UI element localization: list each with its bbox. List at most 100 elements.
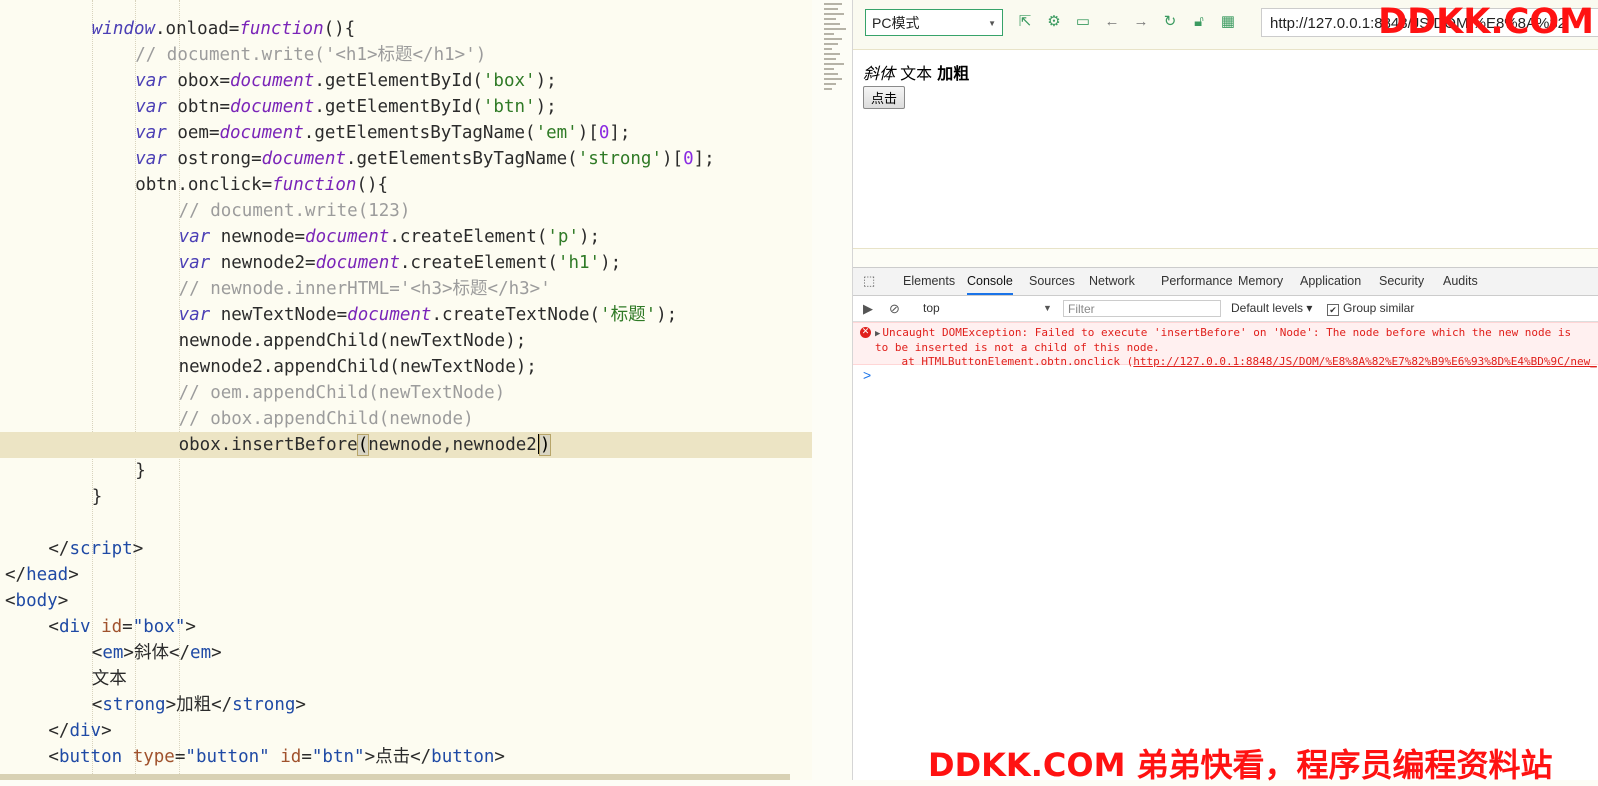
console-icon[interactable]: ▭: [1073, 12, 1093, 32]
code-token: button: [58, 747, 123, 767]
code-token: .createElement(: [399, 253, 558, 273]
code-editor[interactable]: window.onload=function(){ // document.wri…: [0, 0, 812, 780]
code-token: newnode2.appendChild(newTextNode);: [178, 357, 537, 377]
qr-code-icon[interactable]: ▦: [1218, 12, 1238, 32]
code-token: var: [135, 123, 167, 143]
code-line[interactable]: <em>斜体</em>: [0, 640, 812, 666]
code-line[interactable]: var obtn=document.getElementById('btn');: [0, 94, 812, 120]
expand-triangle-icon[interactable]: ▶: [875, 329, 880, 339]
code-token: // document.write('<h1>标题</h1>'): [135, 45, 487, 65]
code-token: </: [48, 721, 70, 741]
code-token: >斜体</: [123, 643, 191, 663]
code-line[interactable]: <strong>加粗</strong>: [0, 692, 812, 718]
code-line[interactable]: 文本: [0, 666, 812, 692]
code-token: var: [135, 97, 167, 117]
error-icon: ✕: [860, 327, 871, 338]
code-line[interactable]: // document.write('<h1>标题</h1>'): [0, 42, 812, 68]
code-token: ): [538, 434, 552, 456]
code-token: var: [178, 305, 211, 325]
code-token: function: [272, 175, 357, 195]
context-select[interactable]: top: [923, 296, 940, 321]
code-token: 'em': [535, 123, 578, 143]
code-lines[interactable]: window.onload=function(){ // document.wri…: [0, 16, 812, 770]
code-line[interactable]: obox.insertBefore(newnode,newnode2): [0, 432, 812, 458]
code-line[interactable]: var newnode2=document.createElement('h1'…: [0, 250, 812, 276]
tab-memory[interactable]: Memory: [1238, 268, 1283, 295]
tab-application[interactable]: Application: [1300, 268, 1361, 295]
code-token: 'h1': [557, 253, 601, 273]
code-token: type: [132, 747, 175, 767]
levels-label: Default levels: [1231, 301, 1304, 315]
code-line[interactable]: var ostrong=document.getElementsByTagNam…: [0, 146, 812, 172]
code-line[interactable]: // oem.appendChild(newTextNode): [0, 380, 812, 406]
code-line[interactable]: var newnode=document.createElement('p');: [0, 224, 812, 250]
mode-select[interactable]: PC模式 ▼: [865, 9, 1003, 36]
open-external-icon[interactable]: ⇱: [1015, 12, 1035, 32]
sidebar-toggle-icon[interactable]: ▶: [863, 301, 873, 317]
code-line[interactable]: newnode.appendChild(newTextNode);: [0, 328, 812, 354]
devtools-tabs: ⬚ Elements Console Sources Network Perfo…: [853, 268, 1598, 296]
error-stack-prefix: at HTMLButtonElement.obtn.onclick (: [875, 355, 1134, 368]
tab-network[interactable]: Network: [1089, 268, 1135, 295]
reload-icon[interactable]: ↻: [1160, 12, 1180, 32]
code-line[interactable]: }: [0, 458, 812, 484]
code-token: newnode,newnode2: [368, 435, 537, 455]
code-token: .getElementsByTagName(: [303, 123, 536, 143]
tab-elements[interactable]: Elements: [903, 268, 955, 295]
code-token: );: [535, 71, 557, 91]
code-line[interactable]: <div id="box">: [0, 614, 812, 640]
code-line[interactable]: </script>: [0, 536, 812, 562]
code-line[interactable]: window.onload=function(){: [0, 16, 812, 42]
lock-icon[interactable]: 🔓︎: [1189, 12, 1209, 32]
code-token: >: [295, 695, 306, 715]
code-token: 0: [598, 123, 610, 143]
code-token: document: [261, 149, 346, 169]
tab-security[interactable]: Security: [1379, 268, 1424, 295]
preview-em: 斜体: [863, 64, 896, 83]
code-line[interactable]: var oem=document.getElementsByTagName('e…: [0, 120, 812, 146]
code-token: </: [48, 539, 70, 559]
inspect-element-icon[interactable]: ⬚: [863, 274, 877, 288]
forward-icon[interactable]: →: [1131, 12, 1151, 32]
code-token: 'p': [547, 227, 579, 247]
code-line[interactable]: <button type="button" id="btn">点击</butto…: [0, 744, 812, 770]
code-line[interactable]: <body>: [0, 588, 812, 614]
clear-console-icon[interactable]: ⊘: [889, 301, 900, 317]
code-line[interactable]: </head>: [0, 562, 812, 588]
minimap[interactable]: [818, 0, 850, 110]
preview-click-button[interactable]: 点击: [863, 86, 906, 109]
code-token: .getElementsByTagName(: [345, 149, 578, 169]
code-token: .onload=: [155, 19, 240, 39]
group-similar-checkbox[interactable]: ✔ Group similar: [1327, 296, 1414, 321]
code-line[interactable]: obtn.onclick=function(){: [0, 172, 812, 198]
code-token: id: [280, 747, 302, 767]
console-toolbar: ▶ ⊘ top ▼ Filter Default levels ▾ ✔ Group…: [853, 296, 1598, 322]
code-token: '标题': [600, 305, 657, 325]
gear-icon[interactable]: ⚙: [1044, 12, 1064, 32]
tab-audits[interactable]: Audits: [1443, 268, 1478, 295]
tab-performance[interactable]: Performance: [1161, 268, 1233, 295]
mode-select-value: PC模式: [872, 15, 920, 31]
tab-console[interactable]: Console: [967, 268, 1013, 295]
code-line[interactable]: [0, 510, 812, 536]
code-token: document: [305, 227, 390, 247]
code-token: }: [135, 461, 146, 481]
code-line[interactable]: var newTextNode=document.createTextNode(…: [0, 302, 812, 328]
levels-select[interactable]: Default levels ▾: [1231, 296, 1312, 321]
code-token: div: [58, 617, 91, 637]
filter-input[interactable]: Filter: [1063, 300, 1221, 317]
back-icon[interactable]: ←: [1102, 12, 1122, 32]
code-line[interactable]: var obox=document.getElementById('box');: [0, 68, 812, 94]
code-line[interactable]: }: [0, 484, 812, 510]
error-source-link[interactable]: http://127.0.0.1:8848/JS/DOM/%E8%8A%82%E…: [1133, 355, 1597, 368]
code-line[interactable]: // document.write(123): [0, 198, 812, 224]
code-token: em: [102, 643, 124, 663]
code-line[interactable]: // newnode.innerHTML='<h3>标题</h3>': [0, 276, 812, 302]
code-line[interactable]: newnode2.appendChild(newTextNode);: [0, 354, 812, 380]
tab-sources[interactable]: Sources: [1029, 268, 1075, 295]
code-line[interactable]: </div>: [0, 718, 812, 744]
code-line[interactable]: // obox.appendChild(newnode): [0, 406, 812, 432]
horizontal-scrollbar[interactable]: [0, 774, 790, 780]
code-token: var: [135, 149, 167, 169]
